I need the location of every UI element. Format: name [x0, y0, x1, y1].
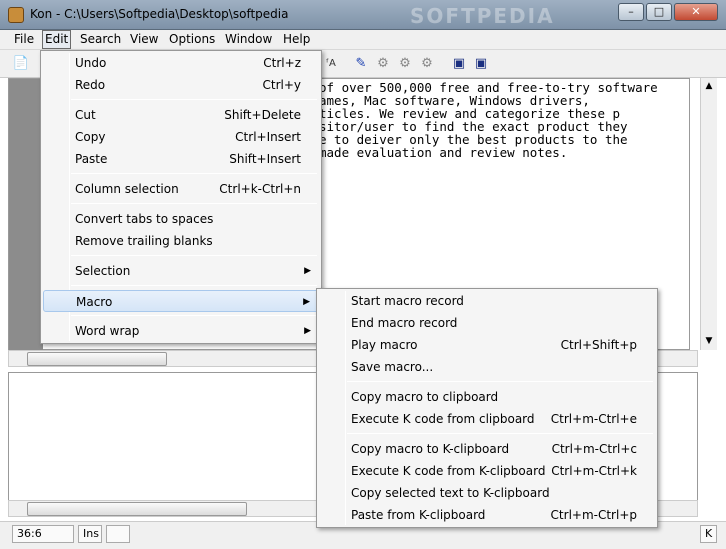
- menu-item-play-macro[interactable]: Play macro Ctrl+Shift+p: [319, 334, 655, 356]
- menu-item-column-selection[interactable]: Column selection Ctrl+k-Ctrl+n: [43, 178, 319, 200]
- menu-bar: File Edit Search View Options Window Hel…: [0, 30, 726, 50]
- menu-item-copy-selected-k-clipboard[interactable]: Copy selected text to K-clipboard: [319, 482, 655, 504]
- editor-margin: [9, 79, 43, 351]
- menu-item-undo[interactable]: Undo Ctrl+z: [43, 52, 319, 74]
- window-title: Kon - C:\Users\Softpedia\Desktop\softped…: [30, 7, 289, 21]
- menu-item-copy-macro-k-clipboard[interactable]: Copy macro to K-clipboard Ctrl+m-Ctrl+c: [319, 438, 655, 460]
- close-button[interactable]: ✕: [674, 3, 718, 21]
- menu-item-end-macro-record[interactable]: End macro record: [319, 312, 655, 334]
- status-cell: [106, 525, 130, 543]
- menu-item-word-wrap[interactable]: Word wrap ▶: [43, 320, 319, 342]
- macro-play-icon[interactable]: ▣: [472, 55, 490, 73]
- menu-item-paste-from-k-clipboard[interactable]: Paste from K-clipboard Ctrl+m-Ctrl+p: [319, 504, 655, 526]
- menu-item-execute-from-clipboard[interactable]: Execute K code from clipboard Ctrl+m-Ctrl…: [319, 408, 655, 430]
- menu-edit[interactable]: Edit: [42, 30, 72, 49]
- menu-help[interactable]: Help: [281, 32, 312, 46]
- menu-view[interactable]: View: [128, 32, 160, 46]
- menu-search[interactable]: Search: [78, 32, 123, 46]
- cursor-position: 36:6: [12, 525, 74, 543]
- submenu-arrow-icon: ▶: [303, 297, 310, 307]
- tool-icon-2[interactable]: ⚙: [396, 55, 414, 73]
- menu-item-macro[interactable]: Macro ▶: [43, 290, 319, 312]
- menu-item-redo[interactable]: Redo Ctrl+y: [43, 74, 319, 96]
- menu-item-convert-tabs[interactable]: Convert tabs to spaces: [43, 208, 319, 230]
- scroll-up-icon[interactable]: ▲: [701, 78, 717, 95]
- menu-item-save-macro[interactable]: Save macro...: [319, 356, 655, 378]
- macro-submenu: Start macro record End macro record Play…: [316, 288, 658, 528]
- font-size-icon[interactable]: ᶠA: [322, 55, 340, 73]
- menu-window[interactable]: Window: [223, 32, 274, 46]
- menu-item-selection[interactable]: Selection ▶: [43, 260, 319, 282]
- app-icon: [8, 7, 24, 23]
- scroll-thumb[interactable]: [27, 352, 167, 366]
- menu-item-cut[interactable]: Cut Shift+Delete: [43, 104, 319, 126]
- insert-mode: Ins: [78, 525, 102, 543]
- tool-icon-3[interactable]: ⚙: [418, 55, 436, 73]
- menu-item-copy-macro-clipboard[interactable]: Copy macro to clipboard: [319, 386, 655, 408]
- editor-text[interactable]: of over 500,000 free and free-to-try sof…: [319, 81, 658, 159]
- menu-file[interactable]: File: [12, 32, 36, 46]
- watermark: SOFTPEDIA: [410, 4, 555, 28]
- vertical-scrollbar[interactable]: ▲ ▼: [700, 78, 717, 350]
- minimize-button[interactable]: –: [618, 3, 644, 21]
- menu-item-start-macro-record[interactable]: Start macro record: [319, 290, 655, 312]
- menu-item-remove-trailing-blanks[interactable]: Remove trailing blanks: [43, 230, 319, 252]
- menu-options[interactable]: Options: [167, 32, 217, 46]
- scroll-thumb-2[interactable]: [27, 502, 247, 516]
- edit-menu: Undo Ctrl+z Redo Ctrl+y Cut Shift+Delete Co…: [40, 50, 322, 344]
- menu-item-execute-from-k-clipboard[interactable]: Execute K code from K-clipboard Ctrl+m-Ct…: [319, 460, 655, 482]
- scroll-down-icon[interactable]: ▼: [701, 333, 717, 350]
- menu-item-copy[interactable]: Copy Ctrl+Insert: [43, 126, 319, 148]
- maximize-button[interactable]: □: [646, 3, 672, 21]
- macro-record-icon[interactable]: ▣: [450, 55, 468, 73]
- pen-icon[interactable]: ✎: [352, 55, 370, 73]
- menu-item-paste[interactable]: Paste Shift+Insert: [43, 148, 319, 170]
- submenu-arrow-icon: ▶: [304, 326, 311, 336]
- submenu-arrow-icon: ▶: [304, 266, 311, 276]
- status-right: K: [700, 525, 717, 543]
- new-file-icon[interactable]: 📄: [12, 55, 30, 73]
- tool-icon-1[interactable]: ⚙: [374, 55, 392, 73]
- title-bar: Kon - C:\Users\Softpedia\Desktop\softped…: [0, 0, 726, 30]
